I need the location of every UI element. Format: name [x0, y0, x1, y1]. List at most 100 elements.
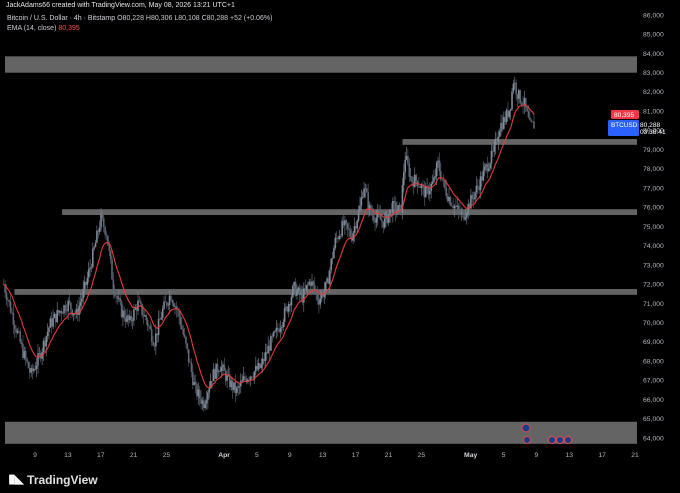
candle-body — [126, 315, 128, 322]
x-tick-label: May — [464, 452, 477, 459]
candle-body — [342, 220, 345, 226]
candle-body — [231, 380, 234, 390]
zone-1[interactable] — [402, 139, 637, 145]
candle-body — [137, 300, 139, 311]
candle-body — [500, 122, 502, 132]
candle-body — [297, 287, 300, 291]
candle-body — [355, 226, 357, 229]
y-tick-label: 76,000 — [643, 205, 664, 212]
candle-body — [481, 176, 483, 181]
candle-body — [104, 227, 106, 235]
candle-body — [253, 371, 256, 378]
candle-body — [238, 386, 241, 387]
candle-body — [19, 331, 22, 343]
candle-body — [292, 286, 294, 297]
candle-body — [327, 278, 330, 284]
candle-body — [185, 336, 187, 344]
candle-body — [163, 301, 165, 309]
candle-body — [356, 220, 359, 229]
zone-0[interactable] — [5, 56, 637, 73]
candle-body — [293, 282, 296, 287]
candle-body — [335, 237, 338, 239]
candle-body — [367, 192, 369, 209]
zone-2[interactable] — [62, 209, 638, 215]
candle-body — [346, 223, 349, 229]
candle-body — [207, 392, 209, 401]
candle-body — [119, 297, 122, 302]
candle-body — [444, 180, 446, 188]
y-tick-label: 75,000 — [643, 224, 664, 231]
candle-body — [501, 122, 504, 129]
candle-body — [152, 341, 154, 346]
x-tick-label: 13 — [64, 452, 72, 459]
candle-body — [274, 330, 276, 332]
candle-body — [433, 177, 435, 182]
candle-body — [466, 213, 468, 218]
candle-body — [160, 317, 163, 320]
candle-body — [453, 205, 456, 209]
candle-body — [142, 315, 145, 317]
candle-body — [46, 331, 49, 337]
candle-body — [435, 162, 438, 177]
candle-body — [235, 387, 238, 393]
symbol-tag: BTCUSD — [611, 122, 638, 129]
candle-body — [261, 358, 264, 365]
candle-body — [449, 197, 452, 206]
candle-body — [275, 327, 278, 331]
candle-body — [15, 328, 17, 333]
candle-body — [220, 367, 223, 371]
event-flag-icon[interactable] — [523, 436, 531, 444]
candle-body — [250, 376, 253, 378]
candle-body — [97, 230, 100, 232]
candle-body — [124, 318, 127, 322]
candle-body — [467, 203, 469, 214]
candle-body — [404, 159, 406, 173]
candle-body — [318, 299, 320, 305]
zone-4[interactable] — [5, 421, 637, 444]
candle-body — [182, 328, 185, 335]
candle-body — [479, 176, 482, 191]
candle-body — [471, 195, 474, 199]
candle-body — [171, 300, 174, 303]
candle-body — [255, 365, 257, 372]
candle-body — [420, 185, 423, 189]
event-flag-icon[interactable] — [521, 423, 531, 433]
candle-body — [309, 281, 312, 286]
candle-body — [174, 306, 176, 307]
event-flag-icon[interactable] — [556, 436, 564, 444]
candle-body — [345, 220, 348, 224]
candle-body — [70, 302, 72, 310]
candle-body — [16, 330, 19, 333]
candle-body — [170, 295, 172, 301]
candle-body — [79, 301, 82, 306]
candle-body — [409, 176, 412, 178]
candle-body — [267, 345, 269, 354]
candle-body — [193, 382, 195, 385]
x-tick-label: 9 — [33, 452, 37, 459]
candle-body — [348, 228, 350, 231]
candle-body — [165, 302, 168, 306]
event-flag-icon[interactable] — [564, 436, 572, 444]
candle-body — [205, 400, 208, 404]
event-flag-icon[interactable] — [548, 436, 556, 444]
candle-body — [437, 160, 439, 163]
tradingview-logo[interactable]: ▮◣ TradingView — [8, 472, 98, 487]
candle-body — [186, 343, 189, 350]
candle-body — [398, 204, 401, 206]
candle-body — [249, 376, 252, 380]
candle-body — [364, 188, 367, 189]
candle-body — [167, 304, 169, 306]
candle-body — [155, 333, 157, 347]
candle-body — [139, 301, 142, 304]
candle-body — [63, 305, 65, 314]
candle-body — [168, 295, 171, 305]
candle-body — [74, 314, 76, 315]
candle-body — [5, 292, 8, 300]
candle-body — [30, 367, 32, 373]
candle-body — [89, 267, 91, 270]
candle-body — [81, 298, 83, 302]
candle-body — [164, 301, 167, 303]
price-chart[interactable]: 86,00085,00084,00083,00082,00081,00080,0… — [0, 0, 680, 462]
x-tick-label: 21 — [385, 452, 393, 459]
candle-body — [102, 218, 105, 228]
